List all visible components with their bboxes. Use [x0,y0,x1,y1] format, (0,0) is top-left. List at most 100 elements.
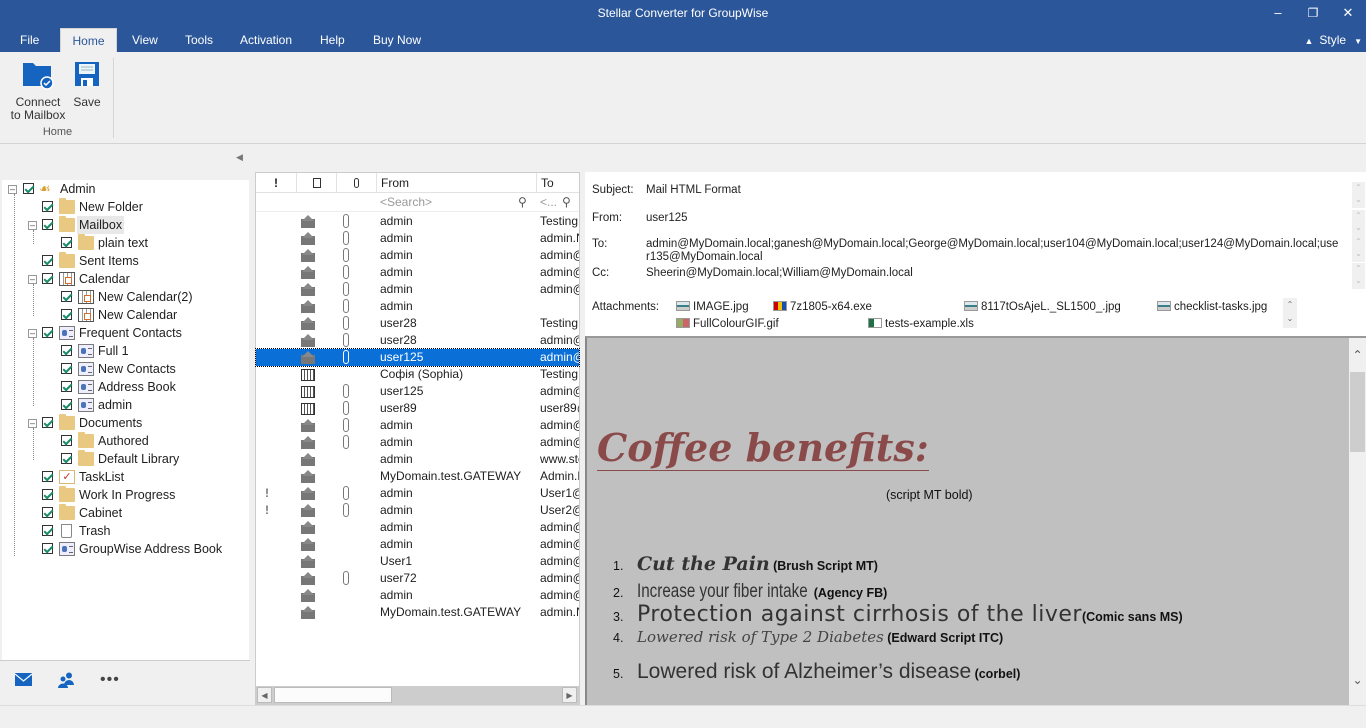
subject-scroll[interactable]: ⌃ ⌄ [1352,182,1365,208]
save-button[interactable]: Save [72,60,102,109]
table-row[interactable]: admin admin@ [256,247,579,264]
attachment-item[interactable]: FullColourGIF.gif [676,318,779,330]
checkbox[interactable] [42,507,53,518]
tree-node-new-calendar-2[interactable]: New Calendar(2) [47,288,194,306]
scroll-up-button[interactable]: ⌃ [1349,348,1366,362]
tab-activation[interactable]: Activation [230,28,302,52]
table-row[interactable]: admin www.ste [256,451,579,468]
tree-node-sent-items[interactable]: Sent Items [28,252,141,270]
column-to[interactable]: To [536,173,579,193]
table-row[interactable]: MyDomain.test.GATEWAY Admin.N [256,468,579,485]
collapse-icon[interactable]: – [28,329,37,338]
minimize-button[interactable]: – [1268,4,1288,22]
column-type[interactable] [296,173,336,193]
from-scroll[interactable]: ⌃ ⌄ [1352,210,1365,236]
checkbox[interactable] [61,345,72,356]
collapse-icon[interactable]: – [28,275,37,284]
to-search-input[interactable]: <... [540,193,557,212]
checkbox[interactable] [42,219,53,230]
tab-tools[interactable]: Tools [175,28,223,52]
collapse-icon[interactable]: – [28,419,37,428]
table-row[interactable]: user72 admin@ [256,570,579,587]
checkbox[interactable] [61,237,72,248]
checkbox[interactable] [61,309,72,320]
checkbox[interactable] [61,381,72,392]
scroll-thumb[interactable] [1350,372,1365,452]
table-row[interactable]: User1 admin@ [256,553,579,570]
attachment-item[interactable]: IMAGE.jpg [676,301,749,313]
table-row[interactable]: ! admin User2@ [256,502,579,519]
collapse-icon[interactable]: – [28,221,37,230]
tab-view[interactable]: View [122,28,168,52]
column-from[interactable]: From [376,173,536,193]
search-icon[interactable]: ⚲ [562,193,571,212]
checkbox[interactable] [42,525,53,536]
tab-buy-now[interactable]: Buy Now [363,28,431,52]
close-button[interactable]: ✕ [1338,4,1358,22]
table-row[interactable]: user89 user89@ [256,400,579,417]
search-icon[interactable]: ⚲ [518,193,527,212]
column-attachment[interactable] [336,173,376,193]
checkbox[interactable] [42,471,53,482]
cc-scroll[interactable]: ⌃ ⌄ [1352,263,1365,289]
horizontal-scrollbar[interactable]: ◀ ▶ [256,686,579,704]
checkbox[interactable] [61,453,72,464]
vertical-scrollbar[interactable]: ⌃ ⌄ [1349,338,1366,705]
tree-node-address-book[interactable]: Address Book [47,378,178,396]
checkbox[interactable] [42,255,53,266]
checkbox[interactable] [23,183,34,194]
table-row[interactable]: admin admin@ [256,434,579,451]
checkbox[interactable] [61,399,72,410]
checkbox[interactable] [61,363,72,374]
tree-node-new-calendar[interactable]: New Calendar [47,306,179,324]
contacts-view-button[interactable] [58,672,76,691]
tree-node-work-in-progress[interactable]: Work In Progress [28,486,177,504]
tab-home[interactable]: Home [60,28,117,52]
table-row[interactable]: user28 Testing [256,315,579,332]
attachments-scroll[interactable]: ⌃ ⌄ [1283,298,1297,328]
more-button[interactable]: ••• [100,671,120,689]
table-row[interactable]: user125 admin@ [256,383,579,400]
table-row[interactable]: MyDomain.test.GATEWAY admin.N [256,604,579,621]
tree-node-full-1[interactable]: Full 1 [47,342,131,360]
scroll-left-button[interactable]: ◀ [257,687,272,703]
attachment-item[interactable]: checklist-tasks.jpg [1157,301,1267,313]
tree-node-trash[interactable]: Trash [28,522,113,540]
table-row[interactable]: admin admin@ [256,536,579,553]
style-dropdown[interactable]: ▲ Style ▼ [1304,28,1362,52]
table-row[interactable]: admin admin@ [256,519,579,536]
checkbox[interactable] [61,435,72,446]
collapse-ribbon-icon[interactable]: ▲ [1304,36,1313,46]
tree-node-admin[interactable]: – ☙ Admin [8,180,97,198]
attachment-item[interactable]: 7z1805-x64.exe [773,301,872,313]
from-search-input[interactable]: <Search> [380,193,520,212]
table-row[interactable]: admin [256,298,579,315]
tree-node-admin-contacts[interactable]: admin [47,396,134,414]
checkbox[interactable] [42,201,53,212]
tree-node-mailbox[interactable]: – Mailbox [28,216,125,234]
table-row[interactable]: admin admin@ [256,264,579,281]
checkbox[interactable] [42,543,53,554]
tree-node-default-library[interactable]: Default Library [47,450,181,468]
tree-node-calendar[interactable]: – Calendar [28,270,132,288]
attachment-item[interactable]: 8117tOsAjeL._SL1500_.jpg [964,301,1121,313]
collapse-pane-icon[interactable]: ◀ [236,152,243,163]
table-row[interactable]: admin admin@ [256,587,579,604]
attachment-item[interactable]: tests-example.xls [868,318,974,330]
checkbox[interactable] [61,291,72,302]
table-row[interactable]: user125 admin@ [255,348,580,367]
table-row[interactable]: user28 admin@ [256,332,579,349]
checkbox[interactable] [42,273,53,284]
tree-node-tasklist[interactable]: ✓ TaskList [28,468,126,486]
tree-node-documents[interactable]: – Documents [28,414,144,432]
scroll-right-button[interactable]: ▶ [562,687,577,703]
mail-view-button[interactable] [14,673,33,689]
to-scroll[interactable]: ⌃ ⌄ [1352,236,1365,262]
tree-node-new-folder[interactable]: New Folder [28,198,145,216]
table-row[interactable]: admin admin.N [256,230,579,247]
table-row[interactable]: Софія (Sophia) Testing [256,366,579,383]
checkbox[interactable] [42,327,53,338]
collapse-icon[interactable]: – [8,185,17,194]
table-row[interactable]: admin Testing [256,213,579,230]
scroll-thumb[interactable] [274,687,392,703]
